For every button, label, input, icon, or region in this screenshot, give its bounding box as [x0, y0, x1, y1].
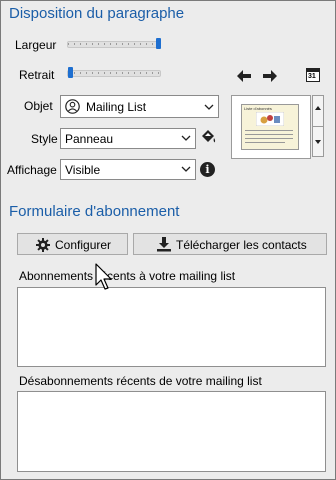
width-slider-ticks [68, 43, 160, 45]
recent-unsubscriptions-label: Désabonnements récents de votre mailing … [19, 374, 262, 388]
indent-slider[interactable] [67, 67, 161, 78]
arrow-right-icon[interactable] [263, 70, 277, 82]
configure-button-label: Configurer [55, 238, 112, 252]
properties-panel: Disposition du paragraphe Largeur Retrai… [0, 0, 336, 480]
preview-line [245, 138, 293, 139]
recent-subscriptions-label: Abonnements récents à votre mailing list [19, 269, 236, 283]
gear-icon [36, 238, 50, 252]
preview-line [245, 134, 293, 135]
paint-bucket-icon[interactable] [200, 128, 217, 145]
object-select[interactable]: Mailing List [60, 95, 219, 118]
info-icon[interactable]: i [200, 162, 215, 177]
subscription-form-title: Formulaire d'abonnement [9, 203, 180, 220]
person-icon [65, 99, 80, 114]
width-slider-thumb[interactable] [156, 38, 161, 49]
style-label: Style [31, 132, 58, 146]
preview-line [245, 130, 293, 131]
display-select[interactable]: Visible [60, 159, 196, 180]
download-contacts-label: Télécharger les contacts [176, 238, 307, 252]
object-label: Objet [24, 99, 53, 113]
calendar-day: 31 [308, 73, 316, 80]
scroll-up-icon[interactable] [315, 106, 321, 110]
indent-slider-ticks [68, 72, 160, 74]
indent-label: Retrait [19, 68, 55, 82]
display-select-value: Visible [65, 163, 101, 177]
indent-slider-thumb[interactable] [68, 67, 73, 78]
recent-subscriptions-list[interactable] [17, 287, 326, 367]
arrow-left-icon[interactable] [237, 70, 251, 82]
paragraph-section-title: Disposition du paragraphe [9, 5, 185, 22]
preview-scrollbar[interactable] [312, 95, 324, 157]
style-select-value: Panneau [65, 132, 114, 146]
download-icon [157, 237, 171, 252]
chevron-down-icon [204, 104, 214, 110]
scroll-down-icon[interactable] [315, 140, 321, 144]
object-select-value: Mailing List [86, 100, 147, 114]
display-label: Affichage [7, 163, 57, 177]
mouse-cursor-icon [95, 263, 112, 290]
configure-button[interactable]: Configurer [17, 233, 128, 255]
preview-image [256, 112, 284, 126]
style-preview[interactable]: Liste d'abonnés [231, 95, 311, 159]
download-contacts-button[interactable]: Télécharger les contacts [133, 233, 327, 255]
scrollbar-divider [313, 126, 323, 127]
chevron-down-icon [181, 135, 191, 141]
width-slider[interactable] [67, 38, 161, 49]
preview-panel: Liste d'abonnés [241, 104, 299, 150]
recent-unsubscriptions-list[interactable] [17, 391, 326, 472]
style-select[interactable]: Panneau [60, 128, 196, 149]
width-label: Largeur [15, 38, 57, 52]
chevron-down-icon [181, 166, 191, 172]
preview-line [245, 142, 285, 143]
calendar-icon[interactable]: 31 [306, 68, 320, 82]
preview-caption: Liste d'abonnés [244, 106, 272, 111]
